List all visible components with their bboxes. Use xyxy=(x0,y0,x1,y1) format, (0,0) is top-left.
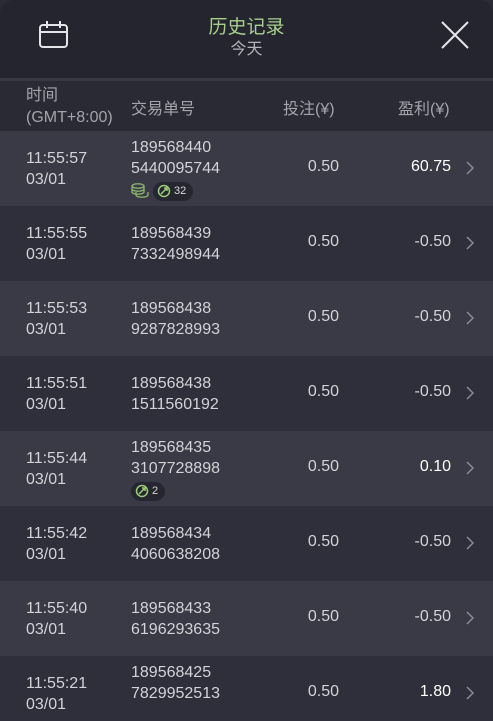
row-profit: 0.10 xyxy=(419,458,451,475)
history-row[interactable]: 11:55:55 03/01 189568439 7332498944 0.50… xyxy=(0,206,493,281)
row-badges: 32 xyxy=(131,181,194,201)
row-profit: -0.50 xyxy=(414,308,451,325)
row-order-line1: 189568425 xyxy=(131,664,212,681)
date-filter-label: 今天 xyxy=(230,41,263,58)
row-profit: -0.50 xyxy=(414,533,451,550)
free-spins-badge: 32 xyxy=(153,181,194,201)
chevron-right-icon xyxy=(466,236,475,250)
row-profit: -0.50 xyxy=(414,383,451,400)
history-row[interactable]: 11:55:42 03/01 189568434 4060638208 0.50… xyxy=(0,506,493,581)
column-bet: 投注(¥) xyxy=(283,101,335,118)
row-profit: -0.50 xyxy=(414,608,451,625)
row-badges: 2 xyxy=(131,481,166,501)
chevron-right-icon xyxy=(466,161,475,175)
history-row[interactable]: 11:55:53 03/01 189568438 9287828993 0.50… xyxy=(0,281,493,356)
chevron-right-icon xyxy=(466,536,475,550)
row-order-line1: 189568435 xyxy=(131,439,212,456)
free-spins-count: 2 xyxy=(152,485,159,497)
close-icon xyxy=(441,21,469,49)
coins-icon xyxy=(131,183,149,198)
chevron-right-icon xyxy=(466,686,475,700)
page-title: 历史记录 xyxy=(208,17,285,38)
row-order-line1: 189568440 xyxy=(131,139,212,156)
row-profit: 1.80 xyxy=(419,683,451,700)
column-time: 时间 (GMT+8:00) xyxy=(26,85,113,129)
chevron-right-icon xyxy=(466,311,475,325)
free-spins-badge: 2 xyxy=(131,481,166,501)
row-profit: -0.50 xyxy=(414,233,451,250)
column-header: 时间 (GMT+8:00) 交易单号 投注(¥) 盈利(¥) xyxy=(0,81,493,131)
free-spin-icon xyxy=(135,484,149,498)
column-time-label: 时间 xyxy=(26,87,59,104)
column-timezone-label: (GMT+8:00) xyxy=(26,109,113,126)
header: 历史记录 今天 xyxy=(0,0,493,78)
free-spin-icon xyxy=(157,184,171,198)
column-order: 交易单号 xyxy=(131,101,196,118)
column-profit: 盈利(¥) xyxy=(398,101,450,118)
chevron-right-icon xyxy=(466,461,475,475)
row-profit: 60.75 xyxy=(410,158,451,175)
history-row[interactable]: 11:55:51 03/01 189568438 1511560192 0.50… xyxy=(0,356,493,431)
history-list: 11:55:57 03/01 189568440 5440095744 32 0… xyxy=(0,131,493,721)
history-row[interactable]: 11:55:44 03/01 189568435 3107728898 2 0.… xyxy=(0,431,493,506)
close-button[interactable] xyxy=(438,18,472,52)
history-panel: 历史记录 今天 时间 (GMT+8:00) 交易单号 投注(¥) 盈利(¥) 1… xyxy=(0,0,493,721)
chevron-right-icon xyxy=(466,386,475,400)
history-row[interactable]: 11:55:57 03/01 189568440 5440095744 32 0… xyxy=(0,131,493,206)
free-spins-count: 32 xyxy=(174,185,187,197)
chevron-right-icon xyxy=(466,611,475,625)
history-row[interactable]: 11:55:21 03/01 189568425 7829952513 0.50… xyxy=(0,656,493,721)
history-row[interactable]: 11:55:40 03/01 189568433 6196293635 0.50… xyxy=(0,581,493,656)
